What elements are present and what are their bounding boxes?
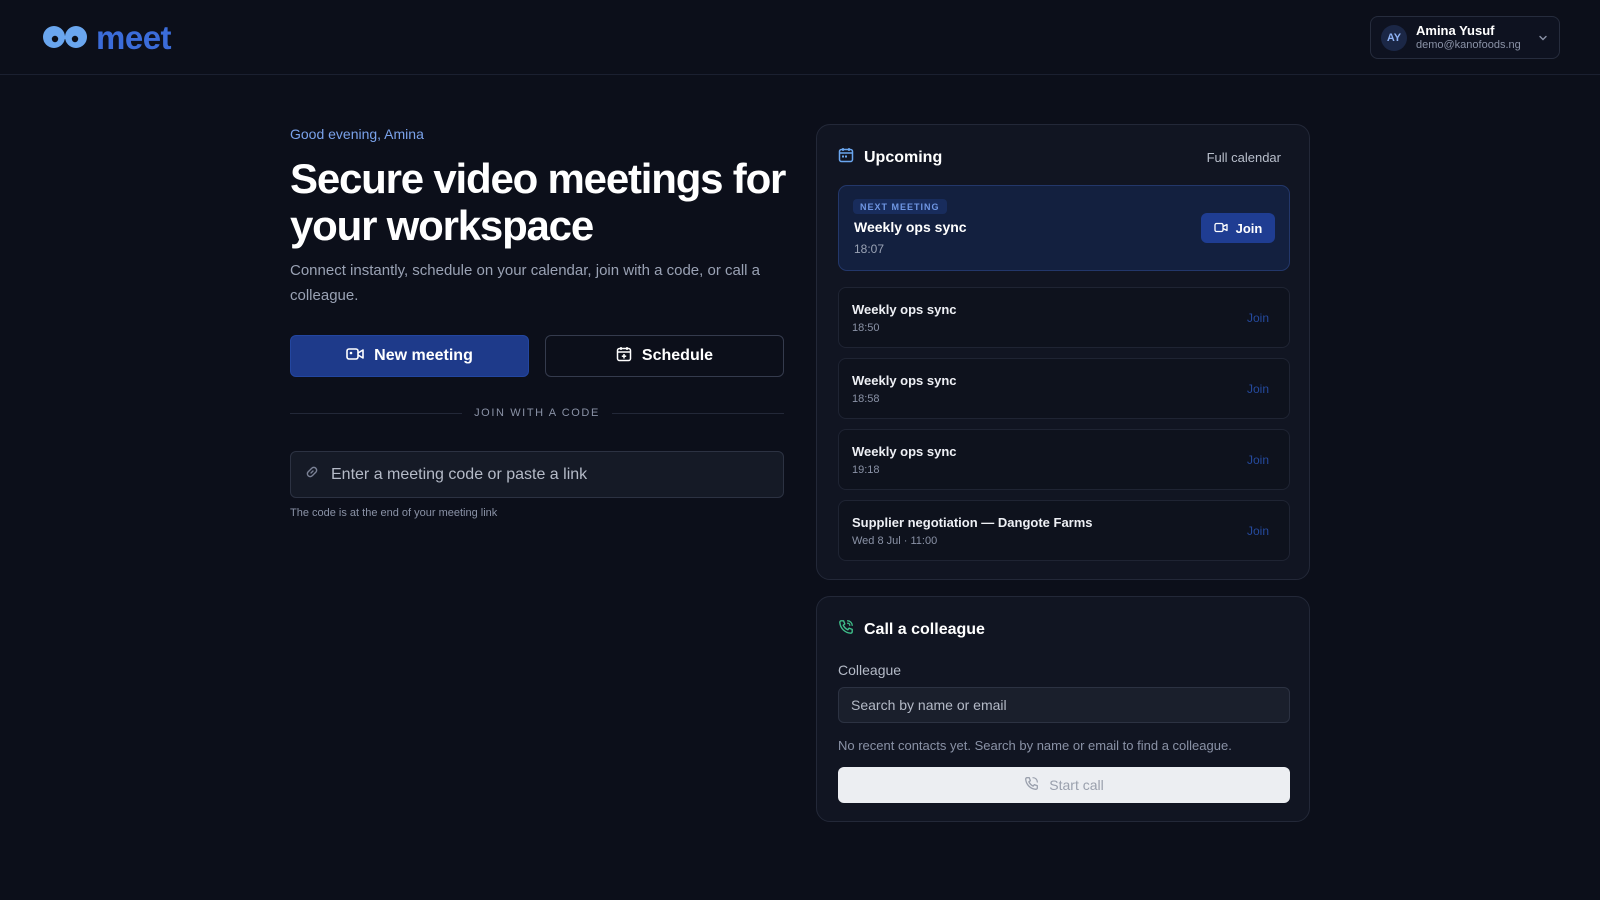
avatar: AY — [1381, 24, 1407, 51]
account-email: demo@kanofoods.ng — [1416, 38, 1521, 51]
phone-icon — [838, 619, 854, 640]
list-item[interactable]: Supplier negotiation — Dangote Farms Wed… — [838, 500, 1290, 561]
meeting-title: Weekly ops sync — [852, 373, 957, 388]
start-call-button[interactable]: Start call — [838, 767, 1290, 803]
account-info: Amina Yusuf demo@kanofoods.ng — [1416, 22, 1521, 52]
account-menu[interactable]: AY Amina Yusuf demo@kanofoods.ng — [1370, 16, 1560, 59]
app-logo[interactable]: meet — [42, 18, 172, 56]
meeting-title: Weekly ops sync — [852, 302, 957, 317]
logo-text: meet — [96, 18, 172, 56]
list-item[interactable]: Weekly ops sync 18:58 Join — [838, 358, 1290, 419]
video-camera-icon — [1213, 221, 1228, 236]
video-camera-icon — [346, 347, 364, 366]
next-meeting-title: Weekly ops sync — [854, 219, 967, 235]
colleague-label: Colleague — [838, 662, 902, 678]
logo-mark-icon — [42, 24, 88, 50]
new-meeting-button[interactable]: New meeting — [290, 335, 529, 377]
call-title: Call a colleague — [864, 620, 985, 638]
list-item[interactable]: Weekly ops sync 18:50 Join — [838, 287, 1290, 348]
upcoming-header: Upcoming — [838, 147, 942, 168]
join-label: Join — [1235, 220, 1263, 236]
divider-line — [611, 412, 784, 414]
full-calendar-link[interactable]: Full calendar — [1207, 150, 1281, 165]
divider-label: JOIN WITH A CODE — [474, 407, 600, 419]
meeting-code-input[interactable] — [331, 465, 769, 484]
top-bar: meet AY Amina Yusuf demo@kanofoods.ng — [0, 0, 1600, 75]
meeting-time: 18:58 — [852, 393, 880, 405]
colleague-search-field[interactable] — [838, 687, 1290, 723]
page-title: Secure video meetings for your workspace — [290, 155, 786, 249]
join-button[interactable]: Join — [1247, 453, 1269, 467]
greeting: Good evening, Amina — [290, 126, 424, 142]
meeting-code-field[interactable] — [290, 451, 784, 498]
meeting-time: 18:50 — [852, 322, 880, 334]
link-icon — [305, 465, 319, 484]
meeting-title: Supplier negotiation — Dangote Farms — [852, 515, 1093, 530]
join-button[interactable]: Join — [1247, 524, 1269, 538]
schedule-button[interactable]: Schedule — [545, 335, 784, 377]
colleague-search-input[interactable] — [851, 697, 1277, 713]
meeting-title: Weekly ops sync — [852, 444, 957, 459]
calendar-icon — [838, 147, 854, 168]
divider-line — [290, 412, 463, 414]
list-item[interactable]: Weekly ops sync 19:18 Join — [838, 429, 1290, 490]
code-hint: The code is at the end of your meeting l… — [290, 507, 498, 519]
account-name: Amina Yusuf — [1416, 22, 1495, 38]
next-meeting-time: 18:07 — [854, 242, 885, 256]
join-button[interactable]: Join — [1247, 311, 1269, 325]
upcoming-panel: Upcoming Full calendar NEXT MEETING Week… — [816, 124, 1310, 580]
schedule-label: Schedule — [641, 347, 714, 364]
meeting-time: Wed 8 Jul · 11:00 — [852, 535, 938, 547]
calendar-plus-icon — [616, 346, 632, 367]
meeting-time: 19:18 — [852, 464, 880, 476]
call-colleague-panel: Call a colleague Colleague No recent con… — [816, 596, 1310, 822]
join-next-meeting-button[interactable]: Join — [1201, 213, 1275, 243]
no-recent-contacts-text: No recent contacts yet. Search by name o… — [838, 738, 1232, 753]
page-subtitle: Connect instantly, schedule on your cale… — [290, 262, 760, 304]
next-meeting-card[interactable]: NEXT MEETING Weekly ops sync 18:07 Join — [838, 185, 1290, 271]
call-header: Call a colleague — [838, 619, 985, 640]
join-code-divider: JOIN WITH A CODE — [290, 405, 784, 421]
chevron-down-icon — [1537, 31, 1549, 49]
start-call-label: Start call — [1049, 777, 1104, 793]
next-meeting-badge: NEXT MEETING — [853, 199, 947, 214]
upcoming-title: Upcoming — [864, 148, 943, 166]
new-meeting-label: New meeting — [374, 347, 473, 364]
join-button[interactable]: Join — [1247, 382, 1269, 396]
phone-icon — [1024, 776, 1039, 794]
